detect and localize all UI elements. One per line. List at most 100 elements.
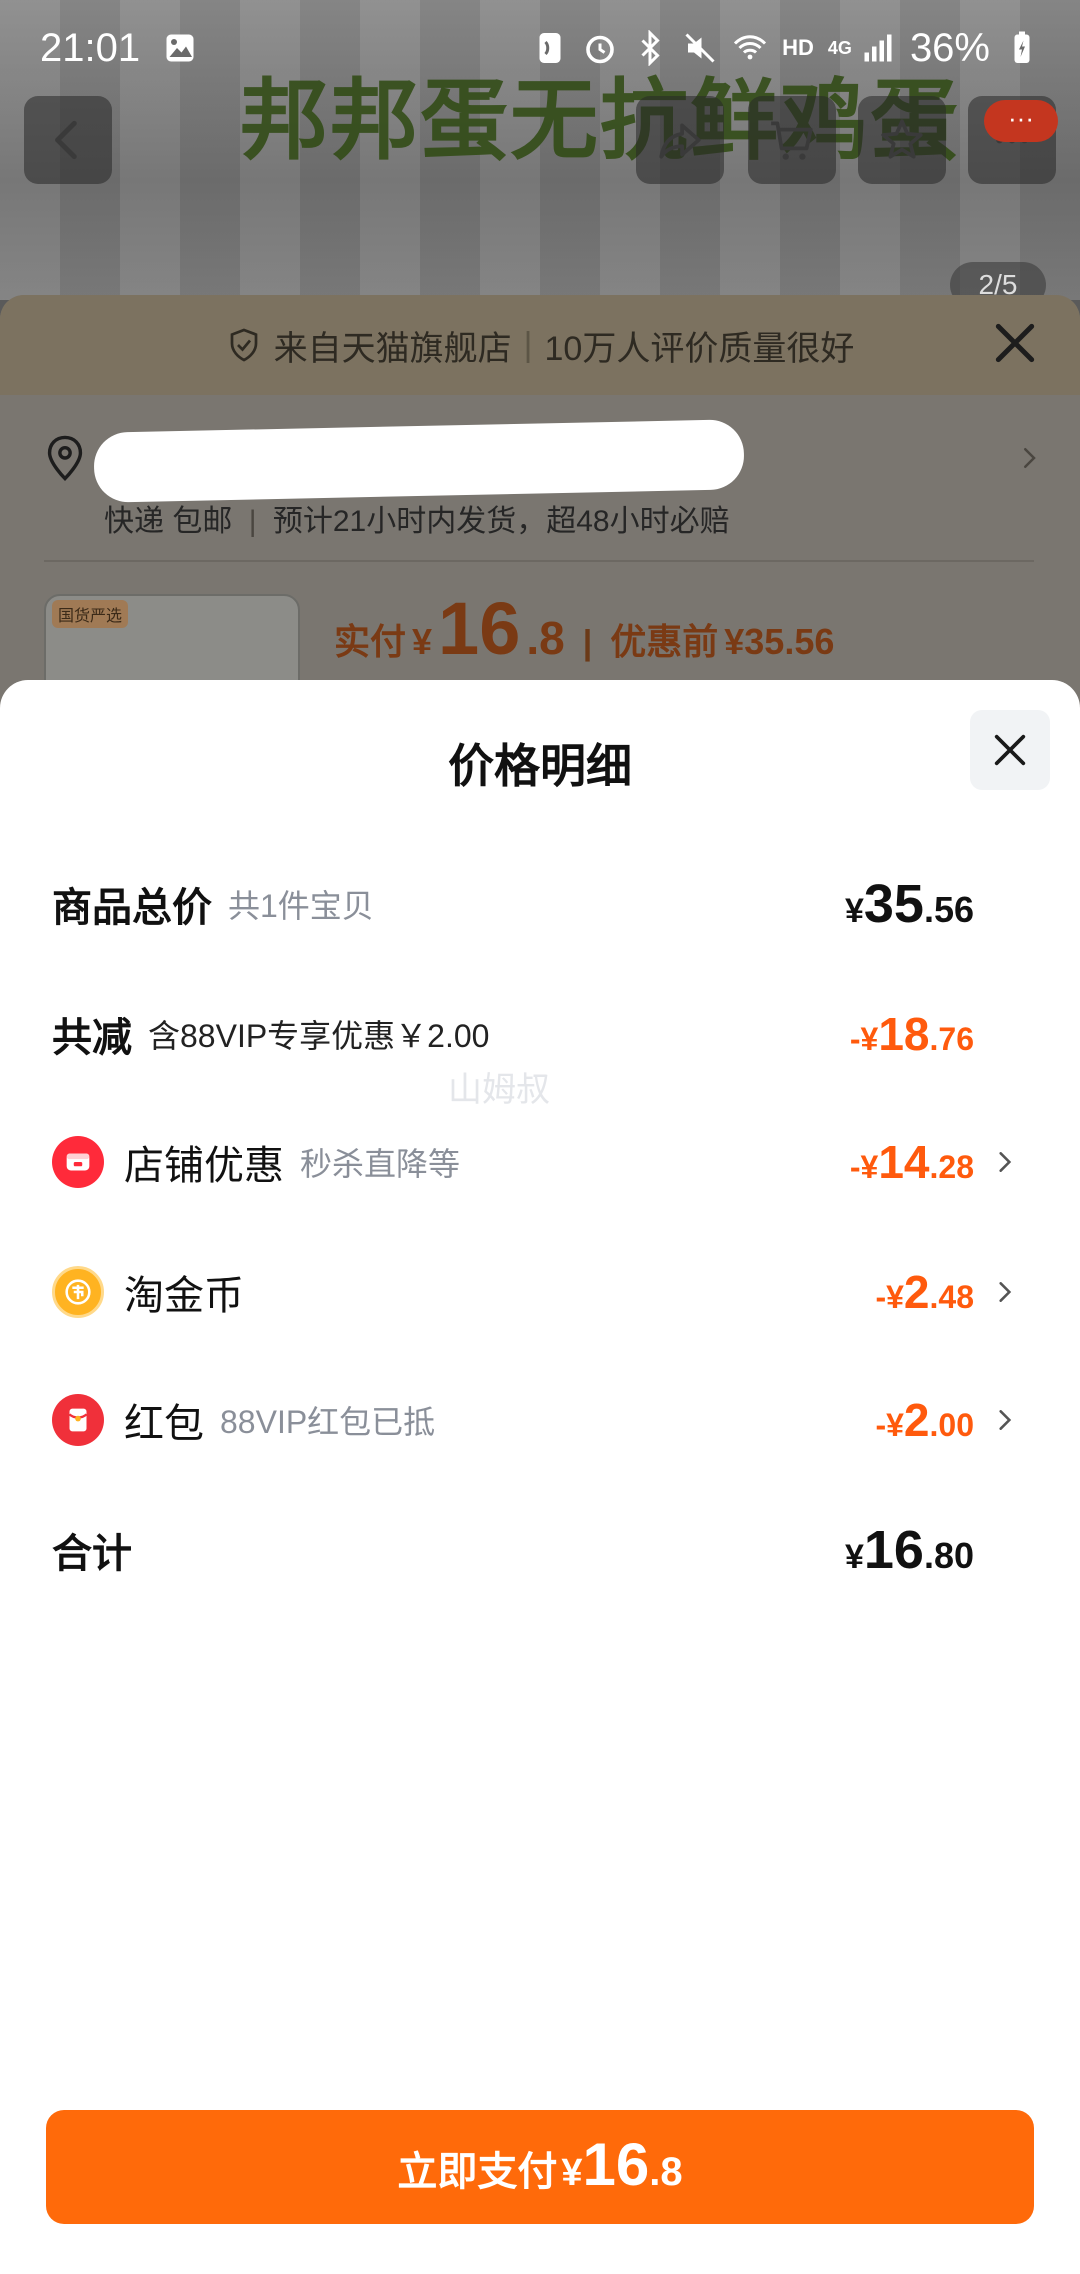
coin-int: 2: [903, 1266, 930, 1318]
favorite-button[interactable]: [858, 96, 946, 184]
shop-discount-cur: -¥: [849, 1149, 879, 1185]
bluetooth-icon: [641, 30, 660, 66]
close-icon: [994, 734, 1026, 766]
close-icon[interactable]: [990, 318, 1040, 368]
pay-now-button[interactable]: 立即支付 ¥ 16 .8: [46, 2110, 1034, 2224]
back-icon: [55, 120, 77, 160]
shop-icon-wrap: [52, 1136, 104, 1188]
shipping-promise: 预计21小时内发货，超48小时必赔: [272, 505, 730, 538]
coin-icon: [65, 1279, 91, 1305]
sum-label: 合计: [52, 1532, 132, 1576]
signal-icon: [864, 34, 892, 62]
notification-badge: ···: [984, 100, 1058, 142]
sum-dec: .80: [923, 1535, 974, 1576]
red-packet-cur: -¥: [875, 1407, 904, 1443]
thumbnail-tag: 国货严选: [52, 600, 129, 628]
total-price-amount: ¥ 35 .56: [845, 873, 1018, 935]
status-time: 21:01: [40, 25, 141, 70]
price-separator: |: [582, 624, 593, 662]
row-sum: 合计 ¥ 16 .80: [52, 1510, 1018, 1590]
row-total-price: 商品总价 共1件宝贝 ¥ 35 .56: [52, 864, 1018, 944]
status-bar: 21:01 HD 4G 36%: [0, 0, 1080, 96]
chevron-right-icon: [999, 1282, 1012, 1302]
chevron-right-icon: [1024, 448, 1036, 468]
shop-discount-int: 14: [878, 1136, 930, 1188]
shipping-separator: |: [248, 505, 257, 538]
discount-sub: 含88VIP专享优惠￥2.00: [148, 1018, 490, 1054]
shipping-method: 快递 包邮: [104, 505, 233, 538]
sheet-title: 价格明细: [448, 740, 632, 792]
row-red-packet[interactable]: 红包 88VIP红包已抵 -¥ 2 .00: [52, 1380, 1018, 1460]
store-banner: 来自天猫旗舰店 | 10万人评价质量很好: [0, 295, 1080, 395]
coin-label: 淘金币: [124, 1274, 244, 1318]
discount-int: 18: [878, 1008, 930, 1060]
cart-icon: [771, 121, 813, 160]
shipping-info: 快递 包邮 | 预计21小时内发货，超48小时必赔: [104, 496, 730, 540]
sum-int: 16: [863, 1520, 924, 1580]
discount-amount: -¥ 18 .76: [850, 1007, 1018, 1061]
shop-discount-dec: .28: [929, 1149, 974, 1185]
status-left: 21:01: [40, 26, 198, 71]
red-packet-icon: [68, 1408, 88, 1432]
row-taobao-coin[interactable]: 淘金币 -¥ 2 .48: [52, 1252, 1018, 1332]
shop-discount-label: 店铺优惠: [124, 1144, 284, 1188]
chevron-right-icon: [999, 1410, 1012, 1430]
price-detail-sheet: 价格明细 商品总价 共1件宝贝 ¥ 35 .56 共减 含88VIP专享优惠￥2…: [0, 680, 1080, 2274]
coin-dec: .48: [929, 1279, 974, 1315]
store-banner-right: 10万人评价质量很好: [544, 329, 855, 368]
image-icon: [166, 34, 194, 62]
address-redacted: [93, 419, 745, 503]
pay-button-cur: ¥: [561, 2152, 583, 2194]
nfc-icon: [539, 33, 561, 63]
red-packet-dec: .00: [929, 1407, 974, 1443]
red-packet-amount: -¥ 2 .00: [875, 1393, 984, 1447]
total-price-sub: 共1件宝贝: [228, 888, 374, 924]
coin-amount: -¥ 2 .48: [875, 1265, 984, 1319]
status-right: HD 4G 36%: [532, 26, 1040, 71]
total-price-int: 35: [863, 874, 924, 934]
original-price-value: ¥35.56: [724, 621, 835, 662]
network-type-label: 4G: [827, 37, 852, 58]
total-price-dec: .56: [923, 889, 974, 930]
coin-icon-wrap: [52, 1266, 104, 1318]
actual-pay-dec: .8: [526, 612, 565, 664]
store-banner-left: 来自天猫旗舰店: [273, 329, 512, 368]
total-price-label: 商品总价: [52, 886, 212, 930]
pay-button-int: 16: [582, 2131, 650, 2198]
discount-dec: .76: [929, 1021, 974, 1057]
actual-pay-int: 16: [438, 587, 521, 670]
red-packet-sub: 88VIP红包已抵: [220, 1404, 436, 1440]
actual-pay-label: 实付: [334, 621, 407, 662]
shop-discount-amount: -¥ 14 .28: [850, 1135, 984, 1189]
share-icon: [659, 123, 701, 159]
discount-label: 共减: [52, 1016, 132, 1060]
location-pin-icon: [47, 435, 83, 481]
alarm-icon: [586, 35, 614, 64]
divider: [44, 560, 1034, 562]
battery-icon: [1014, 31, 1030, 63]
pay-button-dec: .8: [649, 2150, 683, 2194]
address-row[interactable]: 快递 包邮 | 预计21小时内发货，超48小时必赔: [44, 410, 1044, 560]
actual-pay-currency: ¥: [412, 621, 433, 662]
shop-icon: [66, 1153, 90, 1171]
original-price-label: 优惠前: [610, 621, 719, 662]
mute-icon: [685, 33, 715, 63]
row-shop-discount[interactable]: 店铺优惠 秒杀直降等 -¥ 14 .28: [52, 1122, 1018, 1202]
coin-cur: -¥: [875, 1279, 904, 1315]
star-icon: [881, 119, 923, 159]
under-price-line: 实付 ¥ 16 .8 | 优惠前 ¥35.56: [334, 586, 834, 671]
wifi-icon: [734, 35, 767, 60]
total-price-cur: ¥: [844, 892, 864, 930]
share-button[interactable]: [636, 96, 724, 184]
sum-cur: ¥: [844, 1538, 864, 1576]
battery-percent: 36%: [909, 25, 990, 70]
cart-button[interactable]: [748, 96, 836, 184]
shop-discount-sub: 秒杀直降等: [300, 1146, 461, 1182]
network-label: HD: [782, 35, 814, 60]
red-packet-int: 2: [903, 1394, 930, 1446]
chevron-right-icon: [999, 1152, 1012, 1172]
discount-cur: -¥: [849, 1021, 879, 1057]
sheet-close-button[interactable]: [970, 710, 1050, 790]
red-packet-label: 红包: [124, 1402, 204, 1446]
back-button[interactable]: [24, 96, 112, 184]
